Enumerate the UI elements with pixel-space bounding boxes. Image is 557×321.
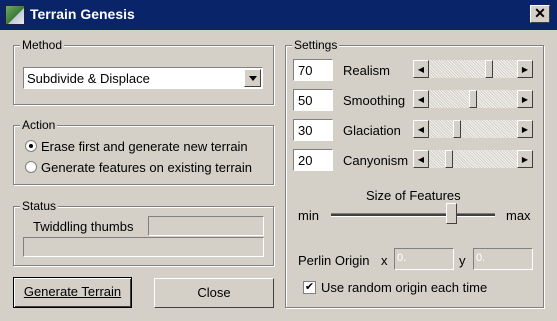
status-progress-bar xyxy=(23,237,264,257)
canyonism-right-arrow-icon[interactable]: ▶ xyxy=(517,150,533,168)
features-min-label: min xyxy=(298,208,319,223)
canyonism-track[interactable] xyxy=(429,150,517,168)
window-title: Terrain Genesis xyxy=(30,6,135,22)
size-of-features-slider[interactable] xyxy=(331,203,495,227)
action-option-existing[interactable]: Generate features on existing terrain xyxy=(25,160,265,176)
realism-thumb[interactable] xyxy=(485,60,493,78)
canyonism-value: 20 xyxy=(298,153,313,168)
features-slider-thumb[interactable] xyxy=(446,203,457,224)
realism-track[interactable] xyxy=(429,60,517,78)
canyonism-left-arrow-icon[interactable]: ◀ xyxy=(413,150,429,168)
action-group xyxy=(13,125,274,185)
features-slider-track xyxy=(331,213,495,217)
status-label: Twiddling thumbs xyxy=(33,219,134,234)
realism-right-arrow-icon[interactable]: ▶ xyxy=(517,60,533,78)
realism-left-arrow-icon[interactable]: ◀ xyxy=(413,60,429,78)
title-bar: Terrain Genesis ✕ xyxy=(0,0,557,30)
canyonism-scrollbar[interactable]: ◀ ▶ xyxy=(413,149,533,171)
smoothing-scrollbar[interactable]: ◀ ▶ xyxy=(413,89,533,111)
perlin-y-input[interactable]: 0. xyxy=(473,248,533,270)
random-origin-label: Use random origin each time xyxy=(321,280,488,295)
size-of-features-label: Size of Features xyxy=(366,188,461,203)
glaciation-left-arrow-icon[interactable]: ◀ xyxy=(413,120,429,138)
realism-scrollbar[interactable]: ◀ ▶ xyxy=(413,59,533,81)
smoothing-left-arrow-icon[interactable]: ◀ xyxy=(413,90,429,108)
smoothing-value: 50 xyxy=(298,93,313,108)
realism-value: 70 xyxy=(298,63,313,78)
smoothing-right-arrow-icon[interactable]: ▶ xyxy=(517,90,533,108)
canyonism-label: Canyonism xyxy=(343,153,409,168)
action-option-erase[interactable]: Erase first and generate new terrain xyxy=(25,139,265,155)
canyonism-thumb[interactable] xyxy=(445,150,453,168)
settings-legend: Settings xyxy=(292,38,340,52)
glaciation-value: 30 xyxy=(298,123,313,138)
perlin-x-label: x xyxy=(381,253,388,268)
app-icon xyxy=(5,5,25,25)
realism-label: Realism xyxy=(343,63,390,78)
random-origin-option[interactable]: ✔ Use random origin each time xyxy=(303,280,533,296)
perlin-x-input[interactable]: 0. xyxy=(394,248,454,270)
action-legend: Action xyxy=(20,118,58,132)
radio-existing[interactable] xyxy=(25,161,37,173)
canyonism-value-input[interactable]: 20 xyxy=(293,149,333,171)
chevron-down-icon xyxy=(249,76,257,81)
realism-value-input[interactable]: 70 xyxy=(293,59,333,81)
status-legend: Status xyxy=(20,199,59,213)
close-window-button[interactable]: ✕ xyxy=(530,5,550,23)
random-origin-checkbox[interactable]: ✔ xyxy=(303,281,316,294)
close-button-label: Close xyxy=(197,285,231,300)
slider-row-smoothing: 50 Smoothing ◀ ▶ xyxy=(293,88,533,112)
glaciation-label: Glaciation xyxy=(343,123,401,138)
slider-row-realism: 70 Realism ◀ ▶ xyxy=(293,58,533,82)
dropdown-button[interactable] xyxy=(244,69,261,87)
slider-row-glaciation: 30 Glaciation ◀ ▶ xyxy=(293,118,533,142)
generate-terrain-button[interactable]: Generate Terrain xyxy=(13,277,132,308)
glaciation-scrollbar[interactable]: ◀ ▶ xyxy=(413,119,533,141)
glaciation-track[interactable] xyxy=(429,120,517,138)
smoothing-thumb[interactable] xyxy=(469,90,477,108)
glaciation-right-arrow-icon[interactable]: ▶ xyxy=(517,120,533,138)
radio-erase[interactable] xyxy=(25,140,37,152)
status-field xyxy=(148,216,264,236)
smoothing-label: Smoothing xyxy=(343,93,406,108)
features-max-label: max xyxy=(506,208,531,223)
method-legend: Method xyxy=(20,38,65,52)
action-option-existing-label: Generate features on existing terrain xyxy=(41,160,253,175)
slider-row-canyonism: 20 Canyonism ◀ ▶ xyxy=(293,148,533,172)
smoothing-value-input[interactable]: 50 xyxy=(293,89,333,111)
method-select-value: Subdivide & Displace xyxy=(27,71,150,86)
glaciation-value-input[interactable]: 30 xyxy=(293,119,333,141)
close-button[interactable]: Close xyxy=(154,278,274,308)
action-option-erase-label: Erase first and generate new terrain xyxy=(41,139,248,154)
glaciation-thumb[interactable] xyxy=(453,120,461,138)
status-group xyxy=(13,206,274,266)
perlin-x-value: 0. xyxy=(397,252,407,264)
perlin-y-value: 0. xyxy=(476,252,486,264)
generate-terrain-label: Generate Terrain xyxy=(23,284,122,299)
perlin-y-label: y xyxy=(459,253,466,268)
method-select[interactable]: Subdivide & Displace xyxy=(23,67,263,89)
perlin-origin-label: Perlin Origin xyxy=(298,253,370,268)
